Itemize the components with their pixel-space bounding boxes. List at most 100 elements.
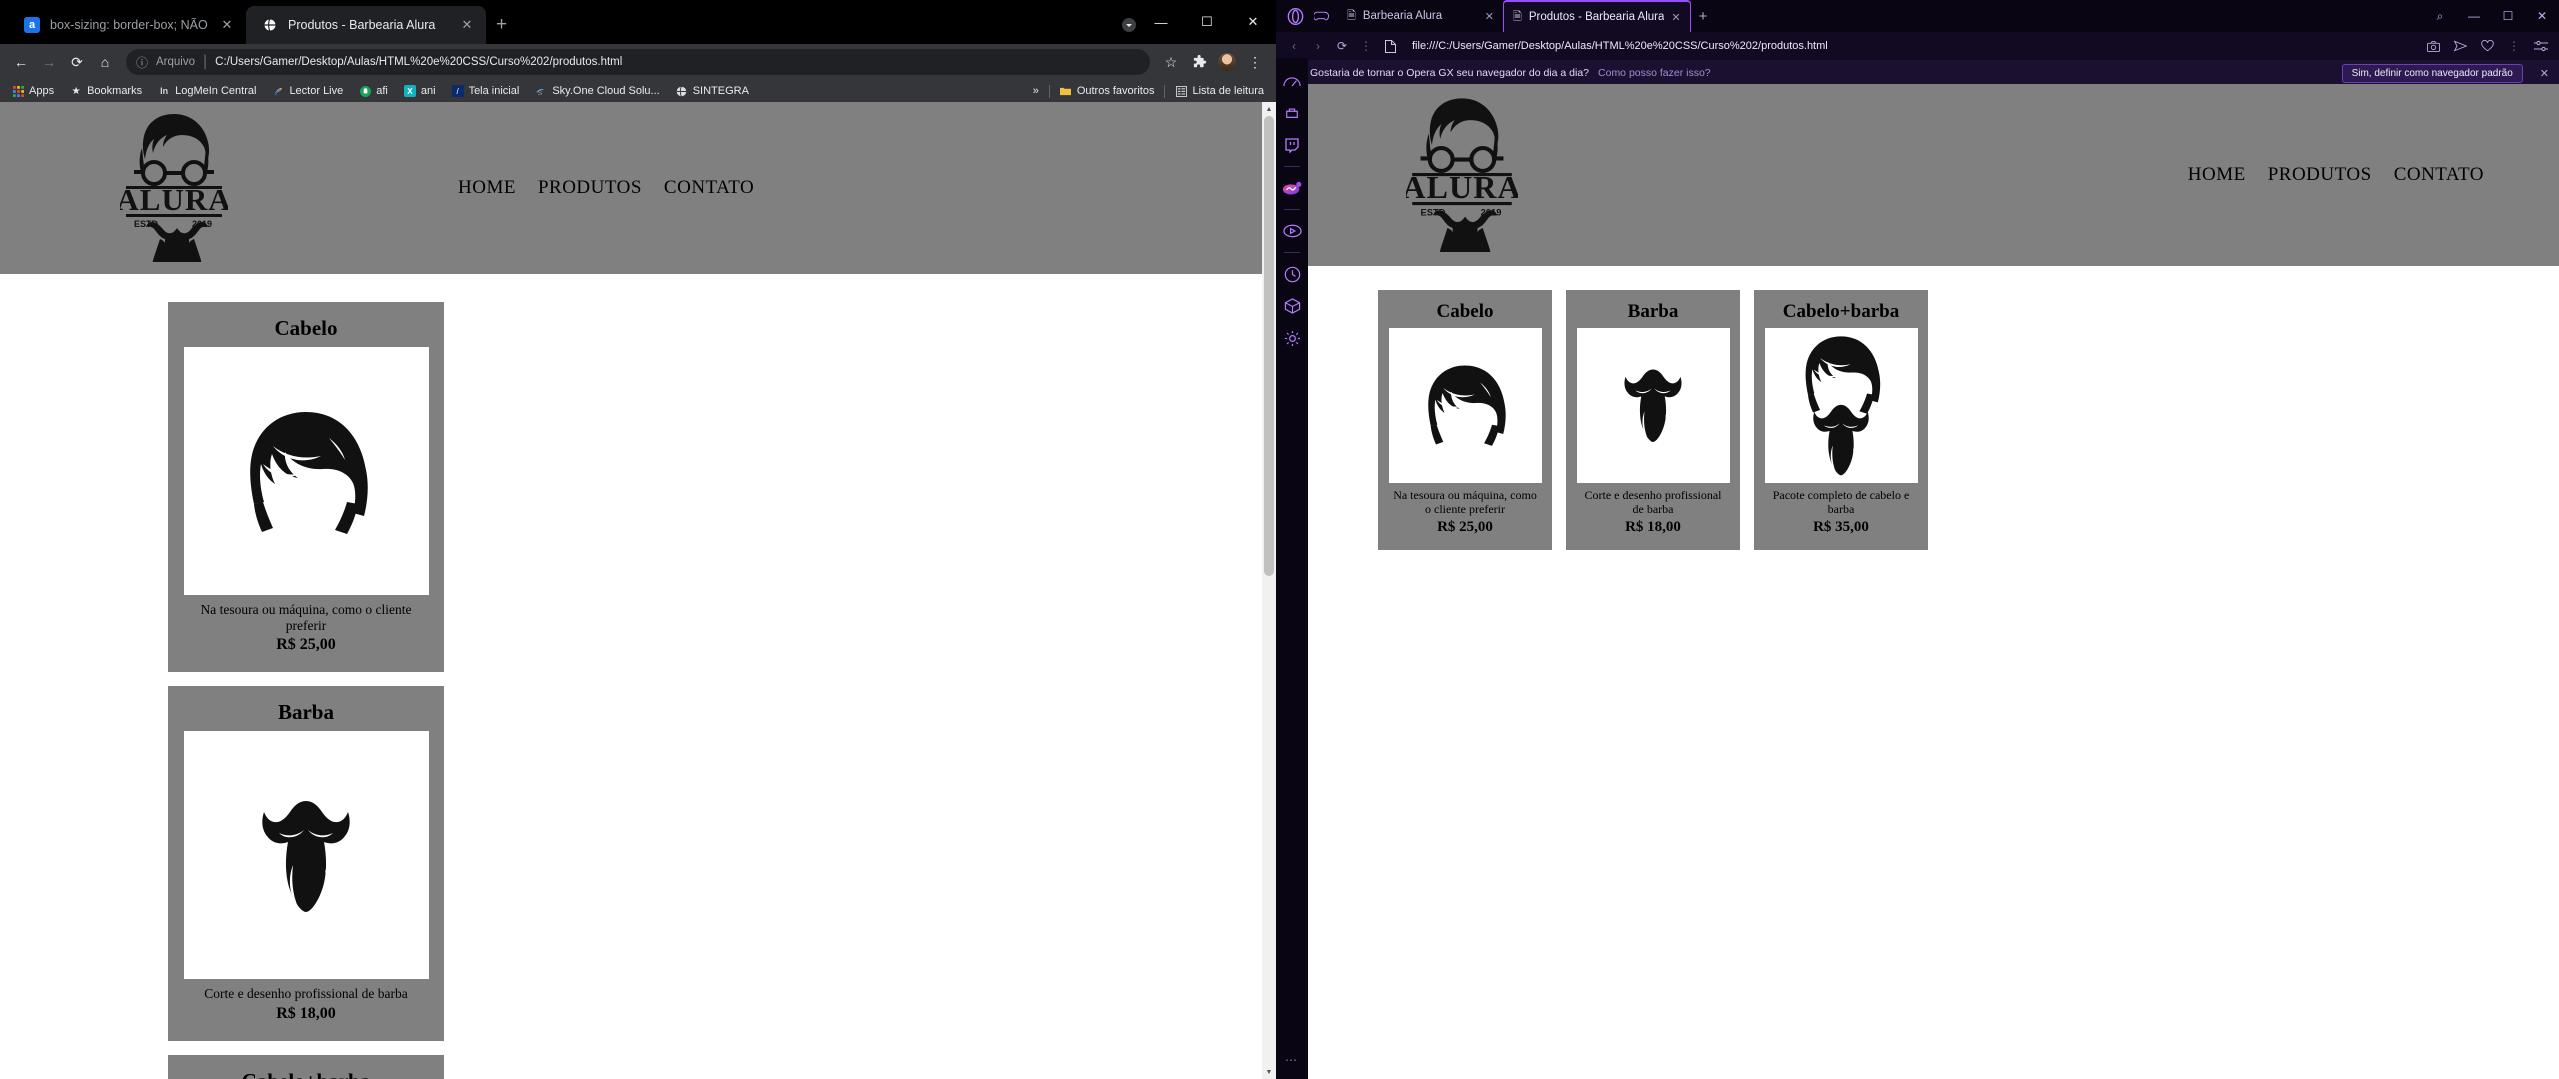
chrome-close-button[interactable]: ✕ xyxy=(1230,0,1276,44)
opera-page-icon[interactable] xyxy=(1380,36,1400,56)
opera-page-viewport[interactable]: ALURA ESTD 2019 HOME PRODUTOS CONTATO xyxy=(1308,84,2559,1079)
chrome-tab-1[interactable]: a box-sizing: border-box; NÃO FUN ✕ xyxy=(8,6,246,44)
settings-gear-icon[interactable] xyxy=(1281,327,1303,349)
back-icon[interactable]: ← xyxy=(8,49,34,75)
opera-tab-strip: 🗎 Barbearia Alura ✕ 🗎 Produtos - Barbear… xyxy=(1276,0,2559,32)
bookmark-sintegra[interactable]: SINTEGRA xyxy=(670,83,755,99)
product-card-cabelo[interactable]: Cabelo Na tesoura ou máquina, como o cli… xyxy=(168,302,444,673)
scrollbar-thumb[interactable] xyxy=(1264,116,1274,576)
opera-reload-icon[interactable]: ⟳ xyxy=(1332,36,1352,56)
sintegra-globe-icon xyxy=(676,85,688,97)
gamepad-icon[interactable] xyxy=(1308,3,1334,29)
sidebar-more-button[interactable]: ⋯ xyxy=(1285,1053,1299,1067)
product-image-box xyxy=(1764,328,1918,483)
chrome-page-viewport[interactable]: ALURA ESTD 2019 HOME PRODUTOS CONTATO xyxy=(0,102,1276,1079)
scroll-down-arrow-icon[interactable]: ▼ xyxy=(1262,1065,1276,1079)
opera-tab-1[interactable]: 🗎 Barbearia Alura ✕ xyxy=(1338,0,1503,32)
opera-tab-2[interactable]: 🗎 Produtos - Barbearia Alura ✕ xyxy=(1503,0,1691,32)
bookmarks-overflow-button[interactable]: » xyxy=(1027,83,1045,99)
page-info-icon[interactable]: ⓘ xyxy=(136,54,148,71)
extensions-puzzle-icon[interactable] xyxy=(1186,49,1212,75)
opera-tab-1-close-icon[interactable]: ✕ xyxy=(1485,10,1494,23)
product-card-barba[interactable]: Barba Corte e desenho profissional de ba… xyxy=(168,686,444,1041)
opera-close-button[interactable]: ✕ xyxy=(2525,0,2559,32)
opera-new-tab-button[interactable]: + xyxy=(1699,8,1708,25)
opera-minimize-button[interactable]: — xyxy=(2457,0,2491,32)
bookmark-star-icon[interactable]: ☆ xyxy=(1158,49,1184,75)
speed-dial-icon[interactable] xyxy=(1281,70,1303,92)
nav-item-contato[interactable]: CONTATO xyxy=(2394,164,2484,186)
home-icon[interactable]: ⌂ xyxy=(92,49,118,75)
opera-url-text[interactable]: file:///C:/Users/Gamer/Desktop/Aulas/HTM… xyxy=(1404,40,2419,52)
product-description: Corte e desenho profissional de barba xyxy=(1584,488,1722,516)
bookmark-outros-favoritos-label: Outros favoritos xyxy=(1076,85,1155,97)
opera-more-icon[interactable]: ⋮ xyxy=(1356,36,1376,56)
send-icon[interactable] xyxy=(2450,36,2470,56)
chrome-maximize-button[interactable]: ☐ xyxy=(1184,0,1230,44)
nav-item-produtos[interactable]: PRODUTOS xyxy=(2268,164,2372,186)
opera-forward-icon[interactable]: › xyxy=(1308,36,1328,56)
notice-close-icon[interactable]: ✕ xyxy=(2532,67,2549,80)
gx-corner-icon[interactable] xyxy=(1281,102,1303,124)
bookmark-skyone[interactable]: S Sky.One Cloud Solu... xyxy=(529,83,665,99)
opera-maximize-button[interactable]: ☐ xyxy=(2491,0,2525,32)
opera-toolbar: ‹ › ⟳ ⋮ file:///C:/Users/Gamer/Desktop/A… xyxy=(1276,32,2559,60)
bookmark-lista-de-leitura[interactable]: Lista de leitura xyxy=(1169,83,1270,99)
reload-icon[interactable]: ⟳ xyxy=(64,49,90,75)
notice-help-link[interactable]: Como posso fazer isso? xyxy=(1598,67,1711,79)
camera-icon[interactable] xyxy=(2423,36,2443,56)
dots-icon[interactable]: ⋮ xyxy=(2504,36,2524,56)
profile-avatar[interactable] xyxy=(1214,49,1240,75)
product-card-barba[interactable]: Barba Corte e desenho profissional de ba… xyxy=(1566,290,1740,550)
chrome-minimize-button[interactable]: — xyxy=(1138,0,1184,44)
product-description: Corte e desenho profissional de barba xyxy=(204,986,408,1002)
player-icon[interactable] xyxy=(1281,220,1303,242)
bookmark-bookmarks[interactable]: ★ Bookmarks xyxy=(64,83,148,99)
opera-tab-2-close-icon[interactable]: ✕ xyxy=(1671,11,1680,24)
chrome-tab-2-close-icon[interactable]: ✕ xyxy=(460,17,474,33)
nav-item-home[interactable]: HOME xyxy=(458,177,516,199)
downloads-box-icon[interactable] xyxy=(1281,295,1303,317)
product-card-cabelo[interactable]: Cabelo Na tesoura ou máquina, como o cli… xyxy=(1378,290,1552,550)
bookmark-skyone-label: Sky.One Cloud Solu... xyxy=(552,85,660,97)
nav-item-produtos[interactable]: PRODUTOS xyxy=(538,177,642,199)
sliders-icon[interactable] xyxy=(2531,36,2551,56)
product-title: Cabelo+barba xyxy=(242,1069,371,1079)
nav-item-home[interactable]: HOME xyxy=(2188,164,2246,186)
site-logo[interactable]: ALURA ESTD 2019 xyxy=(1402,94,1521,272)
bookmark-lector-live-label: Lector Live xyxy=(289,85,344,97)
forward-icon[interactable]: → xyxy=(36,49,62,75)
bookmark-outros-favoritos[interactable]: Outros favoritos xyxy=(1054,83,1161,99)
chrome-new-tab-button[interactable]: + xyxy=(496,14,507,36)
product-price: R$ 18,00 xyxy=(276,1004,336,1022)
chrome-tab-2[interactable]: Produtos - Barbearia Alura ✕ xyxy=(246,6,486,44)
opera-gx-logo-icon[interactable] xyxy=(1282,3,1308,29)
nav-item-contato[interactable]: CONTATO xyxy=(664,177,754,199)
bookmark-afi[interactable]: afi xyxy=(353,83,394,99)
bookmark-ani[interactable]: X ani xyxy=(398,83,442,99)
chrome-address-bar[interactable]: ⓘ Arquivo | C:/Users/Gamer/Desktop/Aulas… xyxy=(126,49,1150,75)
site-logo[interactable]: ALURA ESTD 2019 xyxy=(116,110,231,282)
bookmark-apps[interactable]: Apps xyxy=(6,83,60,99)
scroll-up-arrow-icon[interactable]: ▲ xyxy=(1262,102,1276,116)
heart-icon[interactable] xyxy=(2477,36,2497,56)
product-card-cabelo-barba[interactable]: Cabelo+barba xyxy=(168,1054,444,1079)
chrome-menu-icon[interactable]: ⋮ xyxy=(1242,49,1268,75)
bookmark-lector-live[interactable]: Lector Live xyxy=(266,83,349,99)
opera-back-icon[interactable]: ‹ xyxy=(1284,36,1304,56)
chrome-vertical-scrollbar[interactable]: ▲ ▼ xyxy=(1262,102,1276,1079)
opera-search-icon[interactable]: ⌕ xyxy=(2423,0,2457,32)
messenger-icon[interactable] xyxy=(1281,177,1303,199)
chrome-tab-1-close-icon[interactable]: ✕ xyxy=(220,17,234,33)
product-title: Cabelo xyxy=(274,316,338,340)
logmein-icon: In xyxy=(160,86,169,96)
bookmark-logmein[interactable]: In LogMeIn Central xyxy=(152,83,262,99)
product-price: R$ 25,00 xyxy=(276,636,336,654)
twitch-icon[interactable] xyxy=(1281,134,1303,156)
product-card-cabelo-barba[interactable]: Cabelo+barba xyxy=(1754,290,1928,550)
bookmark-tela-inicial[interactable]: / Tela inicial xyxy=(446,83,526,99)
history-icon[interactable] xyxy=(1281,263,1303,285)
chrome-toolbar: ← → ⟳ ⌂ ⓘ Arquivo | C:/Users/Gamer/Deskt… xyxy=(0,44,1276,80)
set-default-browser-button[interactable]: Sim, definir como navegador padrão xyxy=(2341,63,2523,83)
tab-search-chevron-icon[interactable] xyxy=(1122,18,1136,32)
